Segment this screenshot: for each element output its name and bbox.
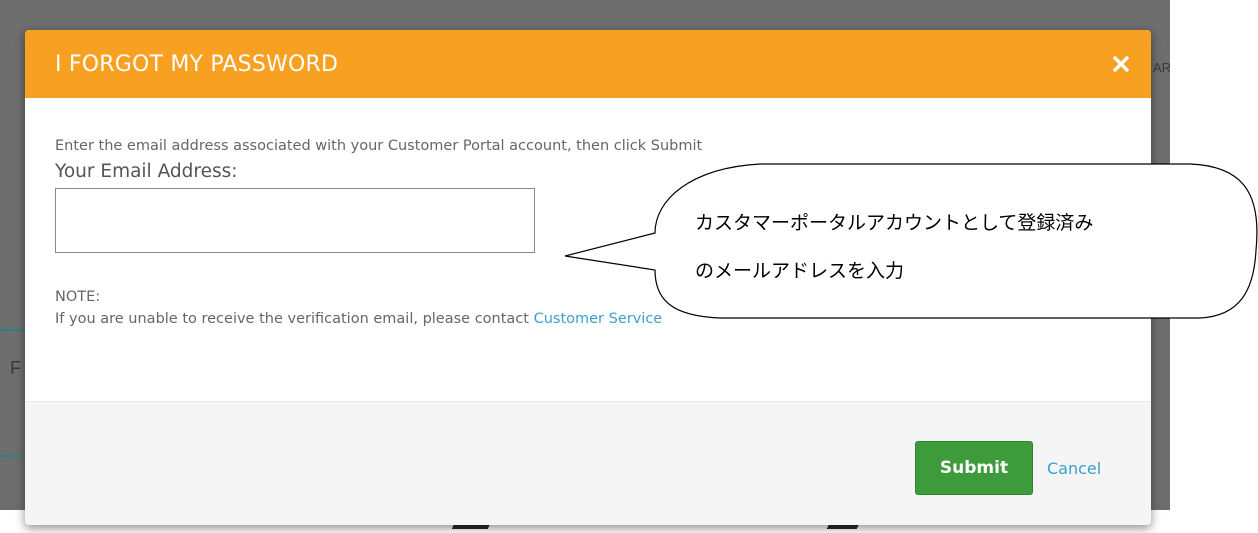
- cancel-link[interactable]: Cancel: [1047, 459, 1101, 478]
- dialog-footer: Submit Cancel: [25, 401, 1151, 525]
- note-message: If you are unable to receive the verific…: [55, 311, 534, 327]
- note-text: If you are unable to receive the verific…: [55, 311, 1121, 327]
- callout-line-1: カスタマーポータルアカウントとして登録済み: [695, 212, 1094, 234]
- background-text-fragment: F: [10, 358, 21, 378]
- close-button[interactable]: [1111, 54, 1131, 74]
- submit-button[interactable]: Submit: [915, 441, 1033, 495]
- callout-line-2: のメールアドレスを入力: [695, 260, 905, 282]
- dialog-title: I FORGOT MY PASSWORD: [55, 51, 339, 77]
- customer-service-link[interactable]: Customer Service: [534, 311, 663, 327]
- note-label: NOTE:: [55, 289, 101, 305]
- forgot-password-dialog: I FORGOT MY PASSWORD Enter the email add…: [25, 30, 1151, 525]
- email-label: Your Email Address:: [55, 161, 238, 182]
- background-divider: [0, 455, 26, 457]
- close-icon: [1113, 56, 1129, 72]
- email-input[interactable]: [55, 188, 535, 253]
- background-divider: [0, 329, 26, 331]
- dialog-header: I FORGOT MY PASSWORD: [25, 30, 1151, 98]
- instruction-text: Enter the email address associated with …: [55, 138, 703, 154]
- dialog-body: Enter the email address associated with …: [25, 98, 1151, 401]
- background-text-fragment: AR: [1153, 60, 1172, 75]
